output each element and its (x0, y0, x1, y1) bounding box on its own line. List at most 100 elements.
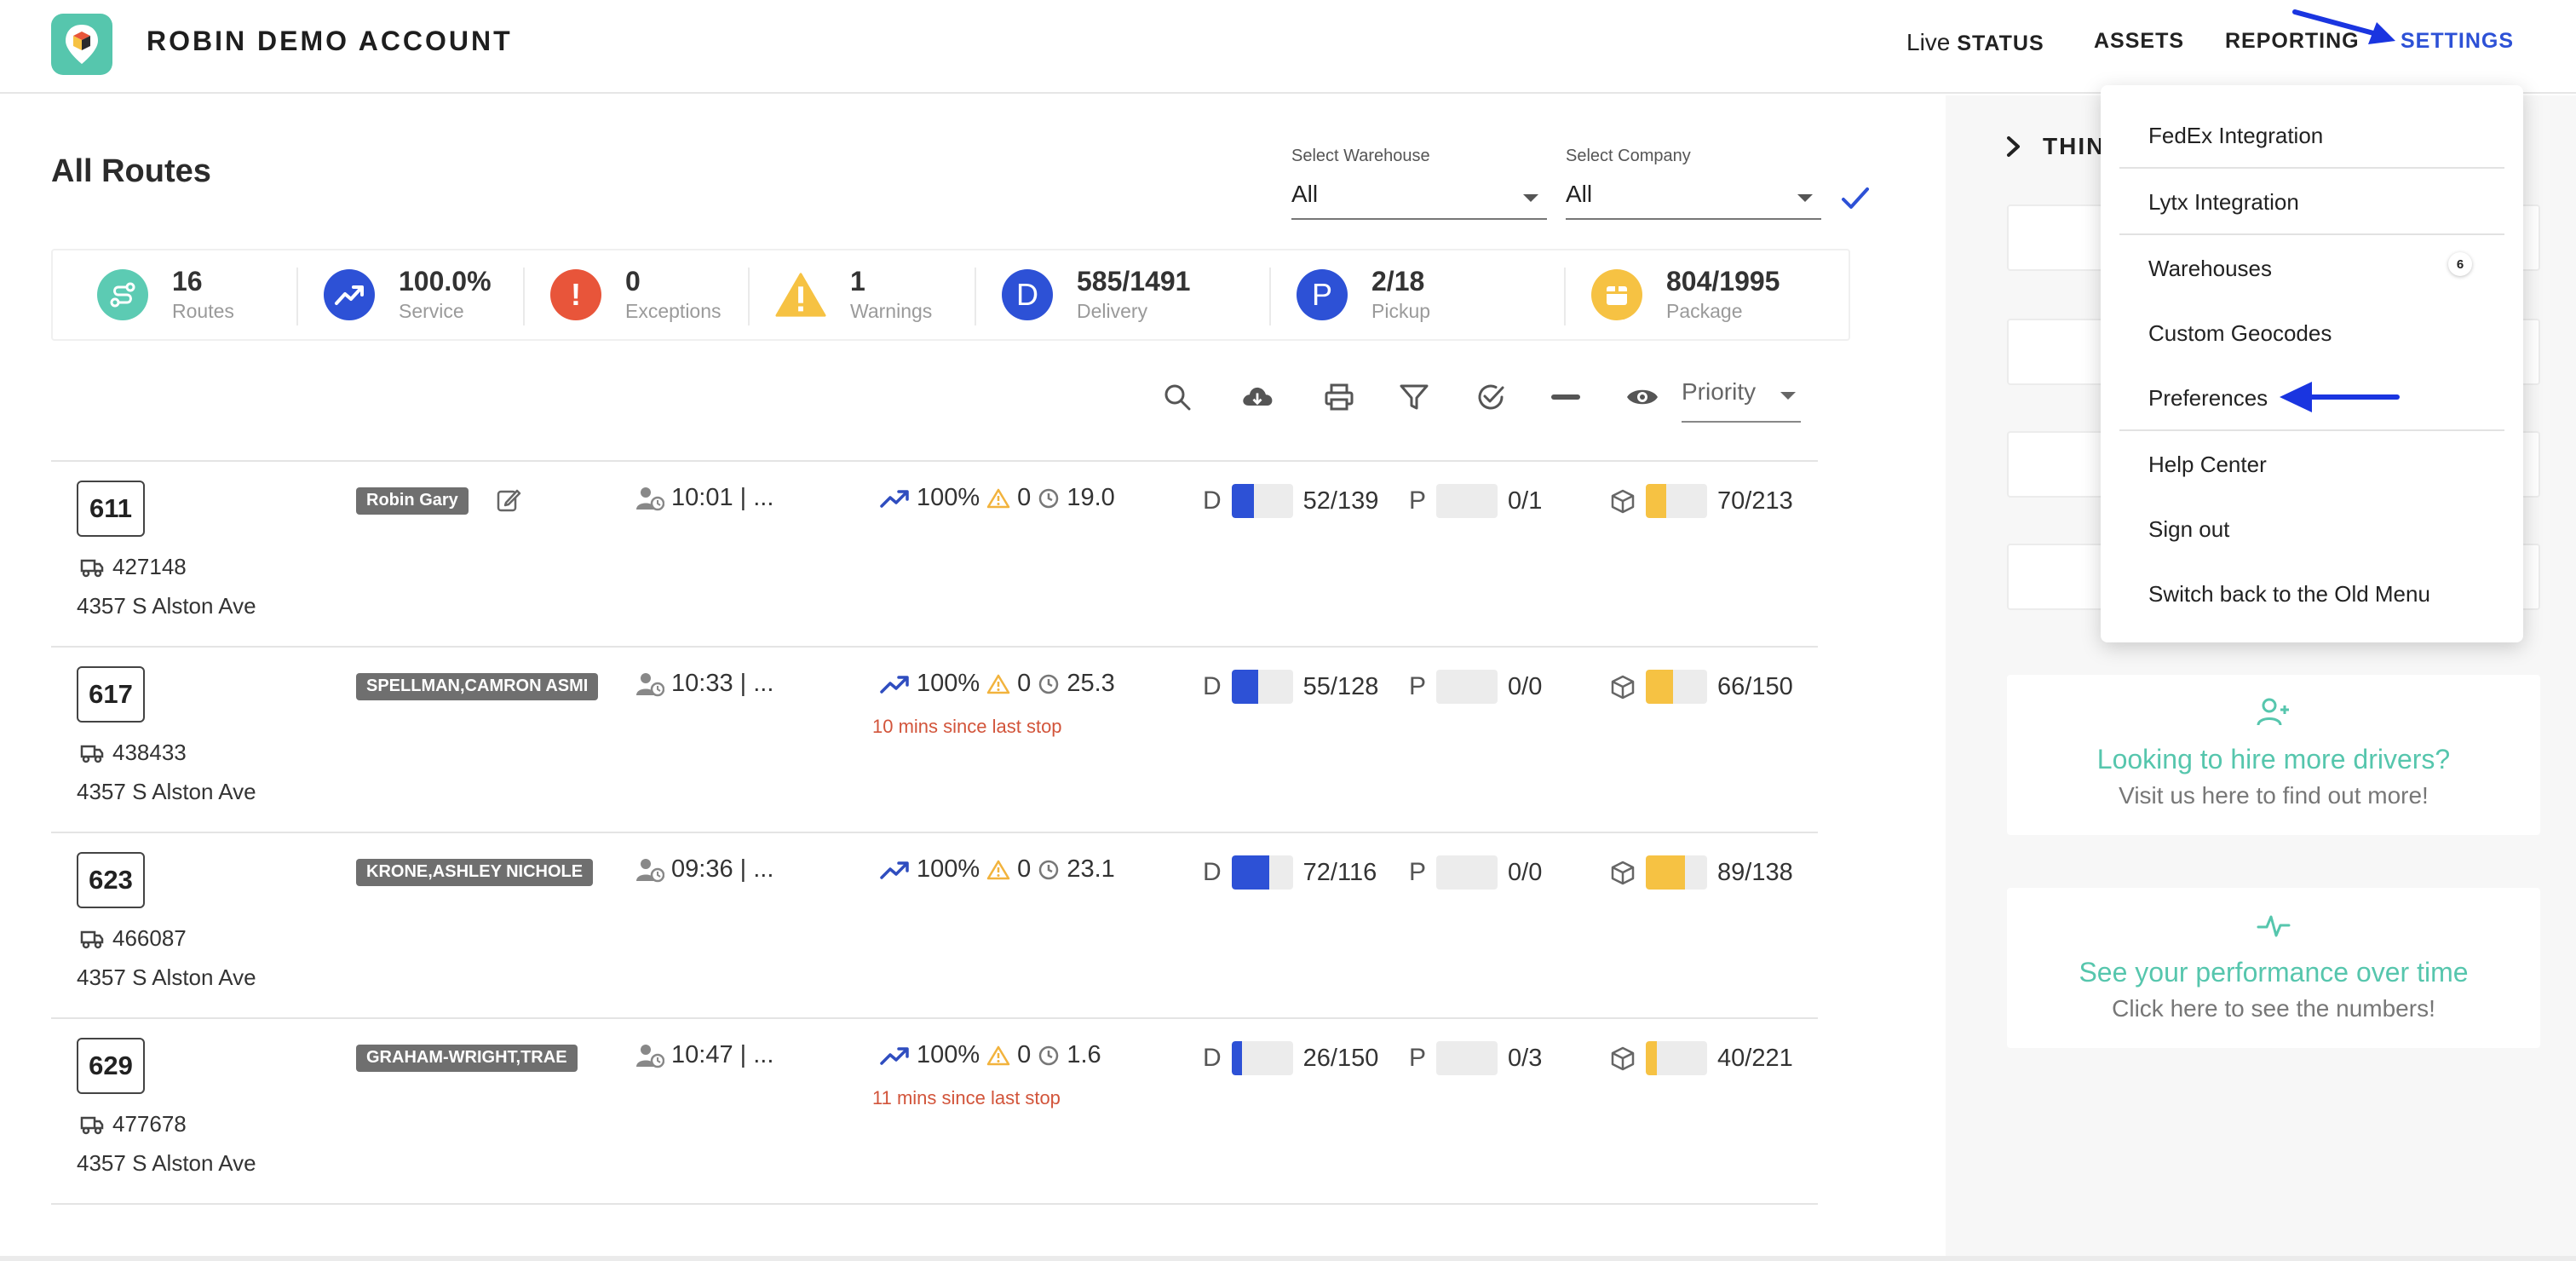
check-circle-icon[interactable] (1474, 380, 1508, 414)
driver-clock-icon (636, 1044, 664, 1068)
vehicle-info: 427148 (80, 554, 187, 580)
package-box-icon (1611, 675, 1635, 700)
divider (1269, 268, 1271, 325)
warning-count: 0 (1017, 670, 1032, 697)
start-time-cell: 09:36 | ... (635, 855, 773, 884)
package-count: 66/150 (1717, 672, 1793, 700)
service-percent: 100% (917, 855, 980, 883)
edit-driver-icon[interactable] (496, 487, 521, 513)
pickup-count: 0/3 (1508, 1044, 1543, 1072)
start-time-cell: 10:33 | ... (635, 670, 773, 698)
download-cloud-icon[interactable] (1240, 380, 1274, 414)
divider (1564, 268, 1566, 325)
delivery-bar-fill (1231, 670, 1258, 704)
performance-card[interactable]: See your performance over time Click her… (2007, 888, 2540, 1048)
warehouse-select[interactable]: All (1291, 169, 1547, 220)
package-count: 40/221 (1717, 1044, 1793, 1072)
driver-badge[interactable]: KRONE,ASHLEY NICHOLE (356, 859, 594, 886)
search-icon[interactable] (1160, 380, 1194, 414)
filter-icon[interactable] (1397, 380, 1431, 414)
trending-up-icon (880, 675, 909, 694)
truck-icon (80, 1116, 104, 1134)
route-duration: 1.6 (1067, 1041, 1101, 1068)
annotation-arrow-icon (2292, 9, 2395, 44)
annotation-arrow-icon (2280, 382, 2400, 412)
pickup-progress: P 0/0 (1409, 855, 1542, 890)
delivery-letter: D (1203, 672, 1222, 700)
route-number[interactable]: 611 (77, 481, 145, 537)
package-progress: 89/138 (1610, 855, 1793, 890)
menu-item-fedex-integration[interactable]: FedEx Integration (2148, 123, 2323, 149)
driver-badge[interactable]: SPELLMAN,CAMRON ASMI (356, 673, 599, 700)
menu-item-sign-out[interactable]: Sign out (2148, 516, 2229, 543)
chevron-down-icon (1797, 194, 1813, 202)
route-address: 4357 S Alston Ave (77, 1150, 256, 1176)
menu-item-warehouses[interactable]: Warehouses (2148, 256, 2272, 282)
route-row[interactable]: 629 477678 4357 S Alston Ave GRAHAM-WRIG… (51, 1019, 1818, 1205)
route-row[interactable]: 623 466087 4357 S Alston Ave KRONE,ASHLE… (51, 833, 1818, 1019)
delivery-letter: D (1203, 1044, 1222, 1072)
account-name: ROBIN DEMO ACCOUNT (147, 26, 513, 56)
start-time-cell: 10:01 | ... (635, 484, 773, 512)
minus-icon[interactable] (1549, 380, 1583, 414)
delivery-progress: D 55/128 (1203, 670, 1378, 704)
things-section-header[interactable]: THIN (2005, 133, 2105, 160)
pickup-count: 0/0 (1508, 672, 1543, 700)
menu-divider (2119, 429, 2504, 431)
stats-bar: 16 Routes 100.0% Service ! 0 Exceptions … (51, 249, 1850, 341)
route-number[interactable]: 629 (77, 1038, 145, 1094)
driver-badge[interactable]: GRAHAM-WRIGHT,TRAE (356, 1045, 578, 1072)
menu-item-help-center[interactable]: Help Center (2148, 452, 2267, 478)
menu-item-preferences[interactable]: Preferences (2148, 385, 2268, 412)
hire-drivers-title: Looking to hire more drivers? (2096, 744, 2451, 774)
eye-icon[interactable] (1625, 380, 1659, 414)
apply-filter-check-icon[interactable] (1838, 181, 1872, 215)
package-bar-fill (1646, 1041, 1657, 1075)
pickup-letter: P (1409, 487, 1427, 515)
add-user-icon (2257, 698, 2289, 726)
top-header: ROBIN DEMO ACCOUNT Live STATUS ASSETS RE… (0, 0, 2576, 94)
package-box-icon (1611, 1046, 1635, 1071)
hire-drivers-subtitle: Visit us here to find out more! (2119, 782, 2429, 809)
hire-drivers-card[interactable]: Looking to hire more drivers? Visit us h… (2007, 675, 2540, 835)
package-progress: 70/213 (1610, 484, 1793, 518)
stat-value: 2/18 (1371, 266, 1425, 297)
route-number[interactable]: 617 (77, 666, 145, 723)
trending-up-icon (324, 269, 375, 320)
menu-item-custom-geocodes[interactable]: Custom Geocodes (2148, 320, 2332, 347)
package-bar (1646, 1041, 1707, 1075)
menu-item-switch-old-menu[interactable]: Switch back to the Old Menu (2148, 581, 2430, 607)
company-select[interactable]: All (1566, 169, 1821, 220)
nav-assets[interactable]: ASSETS (2094, 29, 2184, 54)
service-percent: 100% (917, 1041, 980, 1068)
delivery-bar-fill (1231, 1041, 1242, 1075)
stat-label: Delivery (1077, 300, 1148, 322)
driver-clock-icon (636, 858, 664, 882)
package-box-icon (1611, 489, 1635, 514)
package-progress: 40/221 (1610, 1041, 1793, 1075)
print-icon[interactable] (1322, 380, 1356, 414)
stat-value: 1 (850, 266, 865, 297)
performance-title: See your performance over time (2079, 957, 2469, 987)
performance-subtitle: Click here to see the numbers! (2112, 995, 2435, 1022)
clock-icon (1039, 860, 1059, 879)
route-row[interactable]: 611 427148 4357 S Alston Ave Robin Gary … (51, 462, 1818, 648)
nav-live-status[interactable]: Live STATUS (1906, 29, 2044, 56)
delivery-count: 72/116 (1302, 858, 1377, 886)
nav-settings[interactable]: SETTINGS (2401, 29, 2514, 54)
route-row[interactable]: 617 438433 4357 S Alston Ave SPELLMAN,CA… (51, 648, 1818, 833)
driver-badge[interactable]: Robin Gary (356, 487, 469, 515)
delivery-letter: D (1203, 487, 1222, 515)
warehouse-select-label: Select Warehouse (1291, 147, 1430, 165)
activity-pulse-icon (2257, 915, 2291, 937)
menu-item-lytx-integration[interactable]: Lytx Integration (2148, 189, 2299, 216)
priority-sort-select[interactable]: Priority (1682, 378, 1801, 423)
page-title: All Routes (51, 153, 211, 189)
performance-cell: 100% 0 1.6 (879, 1041, 1101, 1069)
route-number[interactable]: 623 (77, 852, 145, 908)
package-count: 70/213 (1717, 487, 1793, 515)
delivery-count: 55/128 (1302, 672, 1379, 700)
app-logo[interactable] (51, 14, 112, 75)
package-bar-fill (1646, 484, 1666, 518)
vehicle-number: 427148 (112, 554, 187, 579)
